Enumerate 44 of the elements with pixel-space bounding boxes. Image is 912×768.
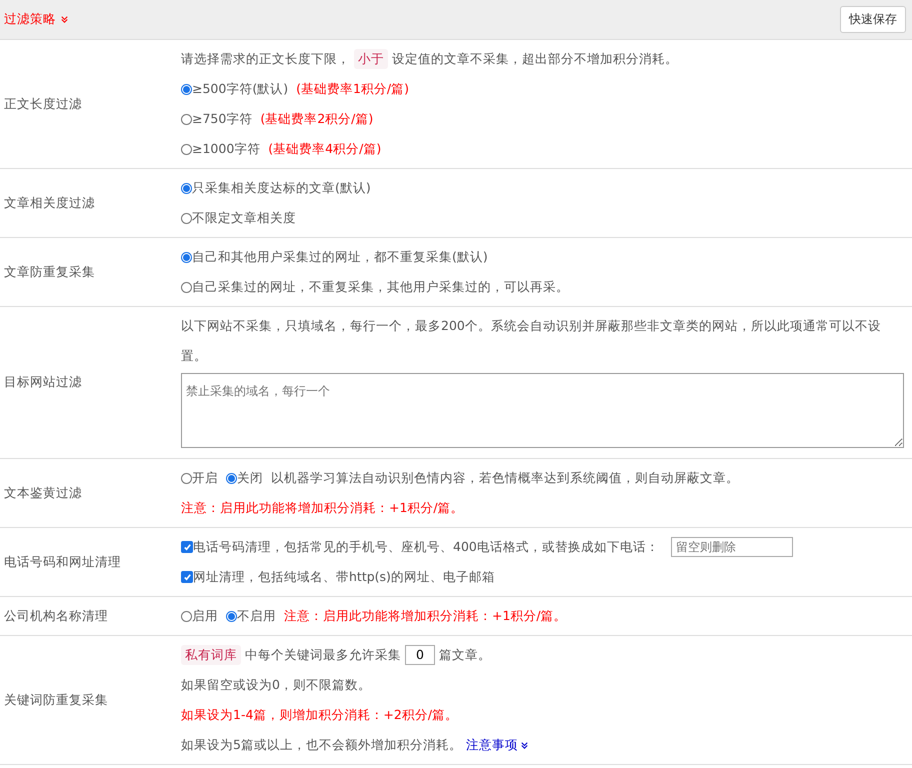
count-input-field[interactable]: 0 — [405, 645, 435, 665]
description-text: 设定值的文章不采集，超出部分不增加积分消耗。 — [392, 50, 678, 68]
warning-text: (基础费率4积分/篇) — [268, 140, 382, 158]
radio-option[interactable]: 不启用 — [226, 601, 276, 631]
checkbox-option[interactable]: 电话号码清理，包括常见的手机号、座机号、400电话格式，或替换成如下电话： — [181, 532, 659, 562]
description-text: 中每个关键词最多允许采集 — [245, 646, 401, 664]
warning-text: (基础费率1积分/篇) — [296, 80, 410, 98]
radio-option[interactable]: 关闭 — [226, 463, 263, 493]
setting-label: 文章防重复采集 — [4, 264, 95, 280]
description-text: 请选择需求的正文长度下限， — [181, 50, 350, 68]
radio-option[interactable]: ≥1000字符 — [181, 134, 260, 164]
description-text: 以机器学习算法自动识别色情内容，若色情概率达到系统阈值，则自动屏蔽文章。 — [271, 469, 739, 487]
highlight-tag: 小于 — [354, 49, 388, 69]
warning-text: 注意：启用此功能将增加积分消耗：+1积分/篇。 — [284, 607, 567, 625]
description-text: 以下网站不采集，只填域名，每行一个，最多200个。系统会自动识别并屏蔽那些非文章类的网站，所以此项通常可以不设置。 — [181, 317, 882, 365]
radio-option[interactable]: 自己采集过的网址，不重复采集，其他用户采集过的，可以再采。 — [181, 272, 569, 302]
warning-text: 注意：启用此功能将增加积分消耗：+1积分/篇。 — [181, 499, 464, 517]
description-text: 如果留空或设为0，则不限篇数。 — [181, 676, 371, 694]
setting-label: 文章相关度过滤 — [4, 194, 95, 212]
highlight-tag: 私有词库 — [181, 645, 241, 665]
radio-option[interactable]: ≥750字符 — [181, 104, 252, 134]
setting-label: 正文长度过滤 — [4, 96, 82, 112]
quick-save-button[interactable]: 快速保存 — [840, 6, 906, 33]
radio-option[interactable]: 不限定文章相关度 — [181, 203, 296, 233]
description-text: 如果设为5篇或以上，也不会额外增加积分消耗。 — [181, 736, 462, 754]
radio-option[interactable]: 启用 — [181, 601, 218, 631]
warning-text: 如果设为1-4篇，则增加积分消耗：+2积分/篇。 — [181, 706, 458, 724]
setting-label: 电话号码和网址清理 — [4, 554, 121, 570]
chevron-down-icon — [520, 740, 529, 750]
setting-label: 公司机构名称清理 — [4, 608, 108, 624]
radio-option[interactable]: 开启 — [181, 463, 218, 493]
radio-option[interactable]: 自己和其他用户采集过的网址，都不重复采集(默认) — [181, 242, 488, 272]
description-text: 篇文章。 — [439, 646, 491, 664]
setting-label: 目标网站过滤 — [4, 374, 82, 391]
setting-label: 关键词防重复采集 — [4, 692, 108, 708]
radio-option[interactable]: ≥500字符(默认) — [181, 74, 288, 104]
chevron-down-icon — [60, 15, 69, 24]
phone-input-field[interactable]: 留空则删除 — [670, 537, 793, 557]
checkbox-option[interactable]: 网址清理，包括纯域名、带http(s)的网址、电子邮箱 — [181, 562, 495, 592]
warning-text: (基础费率2积分/篇) — [260, 110, 374, 128]
domain-textarea[interactable]: 禁止采集的域名，每行一个 — [181, 373, 904, 448]
setting-label: 文本鉴黄过滤 — [4, 484, 82, 502]
radio-option[interactable]: 只采集相关度达标的文章(默认) — [181, 173, 371, 203]
notes-link[interactable]: 注意事项 — [466, 730, 529, 760]
